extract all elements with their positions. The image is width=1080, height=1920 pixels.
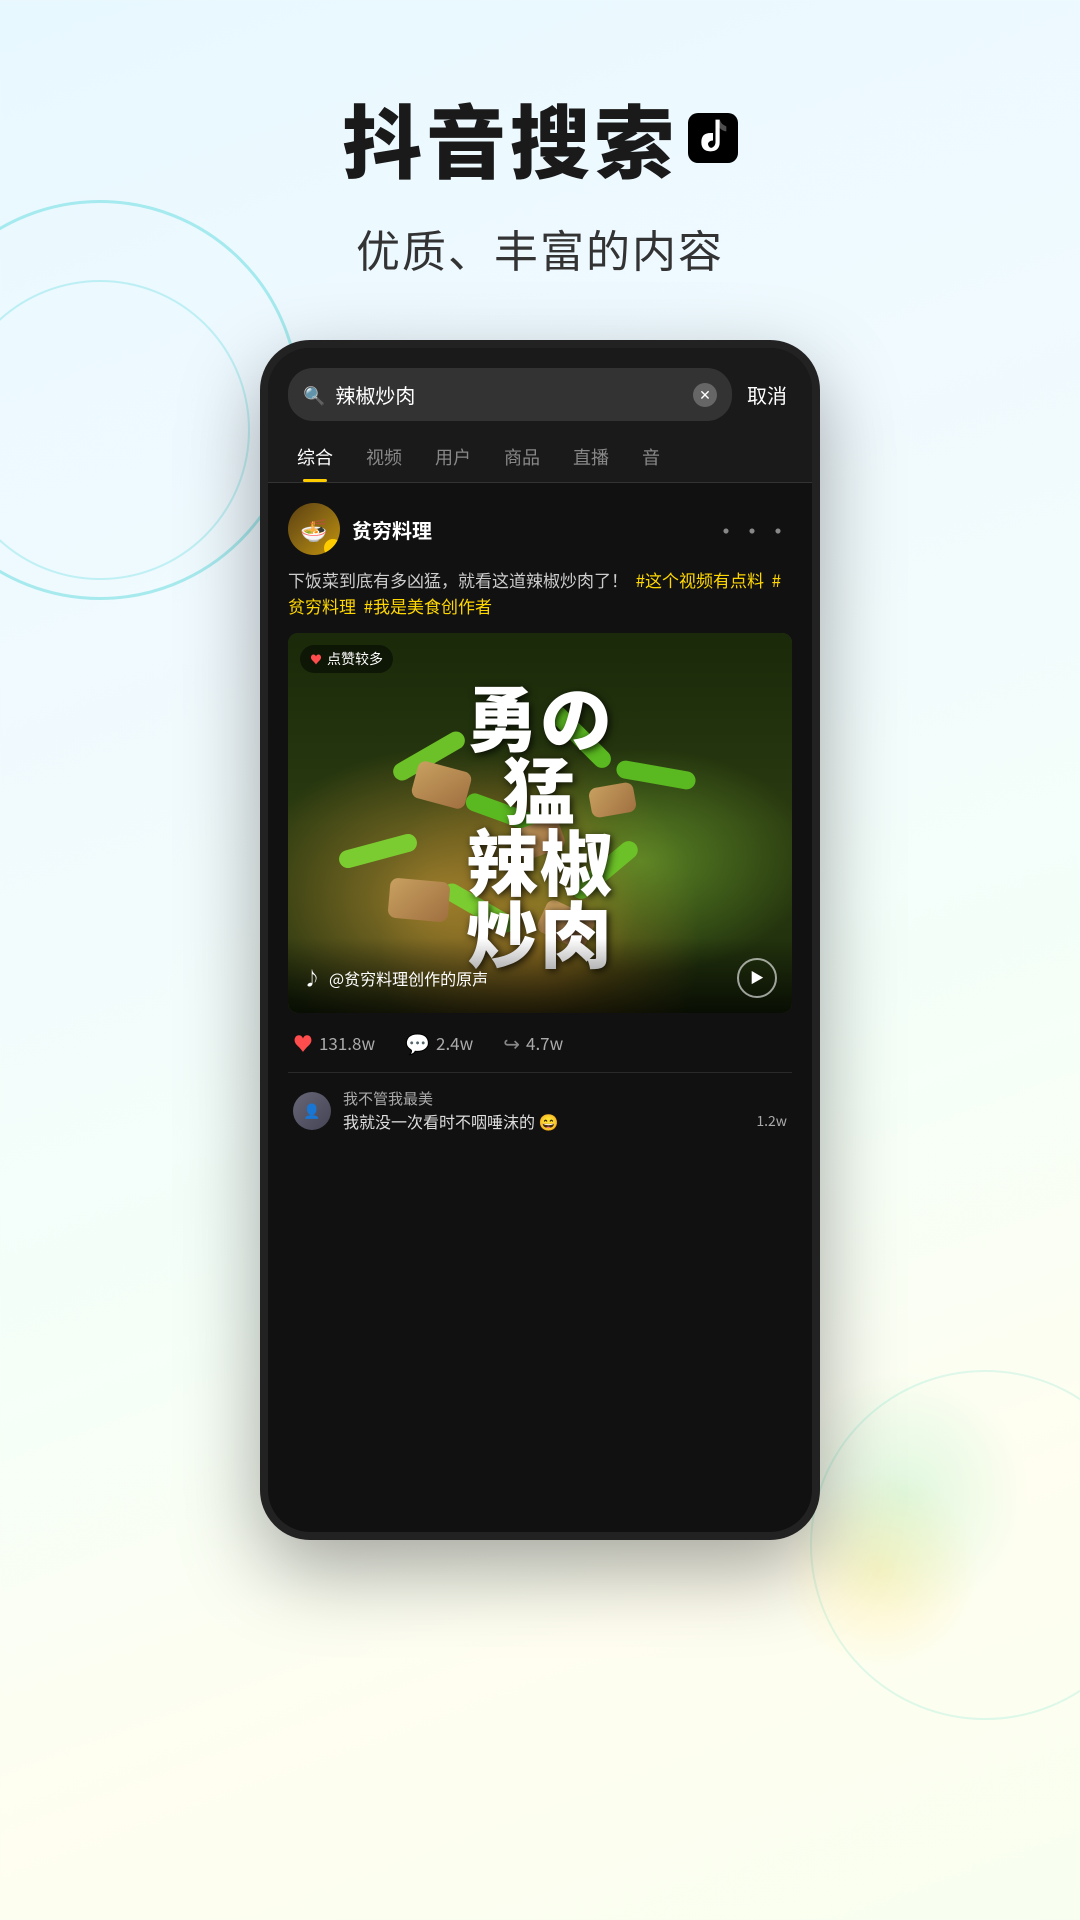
search-tabs: 综合 视频 用户 商品 直播 音 — [268, 421, 812, 483]
header-subtitle: 优质、丰富的内容 — [0, 216, 1080, 280]
phone-mockup-wrapper: 🔍 辣椒炒肉 ✕ 取消 综合 视频 用户 商品 直播 音 — [0, 340, 1080, 1540]
audio-info[interactable]: ♪ @贫穷料理创作的原声 — [303, 965, 488, 991]
app-title: 抖音搜索 — [342, 80, 678, 196]
post-header: 🍜 ✓ 贫穷料理 ··· — [288, 503, 792, 555]
video-popular-badge: ♥ 点赞较多 — [300, 645, 393, 673]
comment-text-0: 我就没一次看时不咽唾沫的 😄 — [343, 1109, 559, 1133]
tab-音乐[interactable]: 音 — [628, 436, 674, 482]
hashtag-1[interactable]: #这个视频有点料 — [632, 567, 764, 592]
cancel-search-button[interactable]: 取消 — [742, 375, 792, 414]
share-icon: ↪ — [503, 1028, 520, 1057]
badge-text: 点赞较多 — [327, 649, 383, 669]
play-button[interactable]: ▶ — [737, 958, 777, 998]
comment-content-0: 我不管我最美 我就没一次看时不咽唾沫的 😄 1.2w — [343, 1088, 787, 1133]
comment-icon: 💬 — [405, 1028, 430, 1057]
pepper-3 — [337, 832, 419, 870]
hashtag-3[interactable]: #我是美食创作者 — [360, 593, 492, 618]
comments-preview: 👤 我不管我最美 我就没一次看时不咽唾沫的 😄 1.2w — [288, 1073, 792, 1158]
comments-stat[interactable]: 💬 2.4w — [405, 1028, 473, 1057]
tiktok-logo-icon — [688, 113, 738, 163]
user-avatar[interactable]: 🍜 ✓ — [288, 503, 340, 555]
audio-label: @贫穷料理创作的原声 — [329, 966, 488, 990]
username-label[interactable]: 贫穷料理 — [352, 515, 432, 544]
shares-count: 4.7w — [526, 1030, 563, 1055]
phone-device: 🔍 辣椒炒肉 ✕ 取消 综合 视频 用户 商品 直播 音 — [260, 340, 820, 1540]
more-options-icon[interactable]: ··· — [714, 512, 792, 547]
header-title-row: 抖音搜索 — [0, 80, 1080, 196]
comment-avatar-0: 👤 — [293, 1092, 331, 1130]
search-results-content: 🍜 ✓ 贫穷料理 ··· 下饭菜到底有多凶猛，就看这道辣椒炒肉了！ #这个视频有… — [268, 483, 812, 1178]
post-description-text: 下饭菜到底有多凶猛，就看这道辣椒炒肉了！ — [288, 567, 628, 592]
clear-search-button[interactable]: ✕ — [693, 383, 717, 407]
user-info: 🍜 ✓ 贫穷料理 — [288, 503, 432, 555]
tab-直播[interactable]: 直播 — [559, 436, 623, 482]
video-overlay-text: 勇の猛辣椒炒肉 — [456, 669, 624, 977]
likes-stat[interactable]: ♥ 131.8w — [293, 1028, 375, 1057]
video-thumbnail[interactable]: ♥ 点赞较多 — [288, 633, 792, 1013]
comment-username-0: 我不管我最美 — [343, 1088, 787, 1109]
video-bottom-bar: ♪ @贫穷料理创作的原声 ▶ — [288, 938, 792, 1013]
comment-likes-0: 1.2w — [756, 1111, 787, 1131]
shares-stat[interactable]: ↪ 4.7w — [503, 1028, 563, 1057]
heart-icon: ♥ — [293, 1028, 313, 1057]
tab-视频[interactable]: 视频 — [352, 436, 416, 482]
search-icon: 🔍 — [303, 382, 325, 408]
post-stats-bar: ♥ 131.8w 💬 2.4w ↪ 4.7w — [288, 1013, 792, 1073]
comment-text-row-0: 我就没一次看时不咽唾沫的 😄 1.2w — [343, 1109, 787, 1133]
search-bar: 🔍 辣椒炒肉 ✕ 取消 — [268, 348, 812, 421]
music-note-icon: ♪ — [303, 965, 321, 991]
tab-用户[interactable]: 用户 — [421, 436, 485, 482]
tab-商品[interactable]: 商品 — [490, 436, 554, 482]
meat-3 — [387, 877, 450, 922]
heart-badge-icon: ♥ — [310, 651, 322, 668]
tab-综合[interactable]: 综合 — [283, 436, 347, 482]
search-input-container[interactable]: 🔍 辣椒炒肉 ✕ — [288, 368, 732, 421]
likes-count: 131.8w — [319, 1030, 375, 1055]
verified-badge-icon: ✓ — [324, 539, 340, 555]
search-query-text: 辣椒炒肉 — [335, 380, 683, 409]
header: 抖音搜索 优质、丰富的内容 — [0, 0, 1080, 320]
comments-count: 2.4w — [436, 1030, 473, 1055]
comment-row-0: 👤 我不管我最美 我就没一次看时不咽唾沫的 😄 1.2w — [293, 1088, 787, 1133]
post-description: 下饭菜到底有多凶猛，就看这道辣椒炒肉了！ #这个视频有点料 #贫穷料理 #我是美… — [288, 567, 792, 618]
